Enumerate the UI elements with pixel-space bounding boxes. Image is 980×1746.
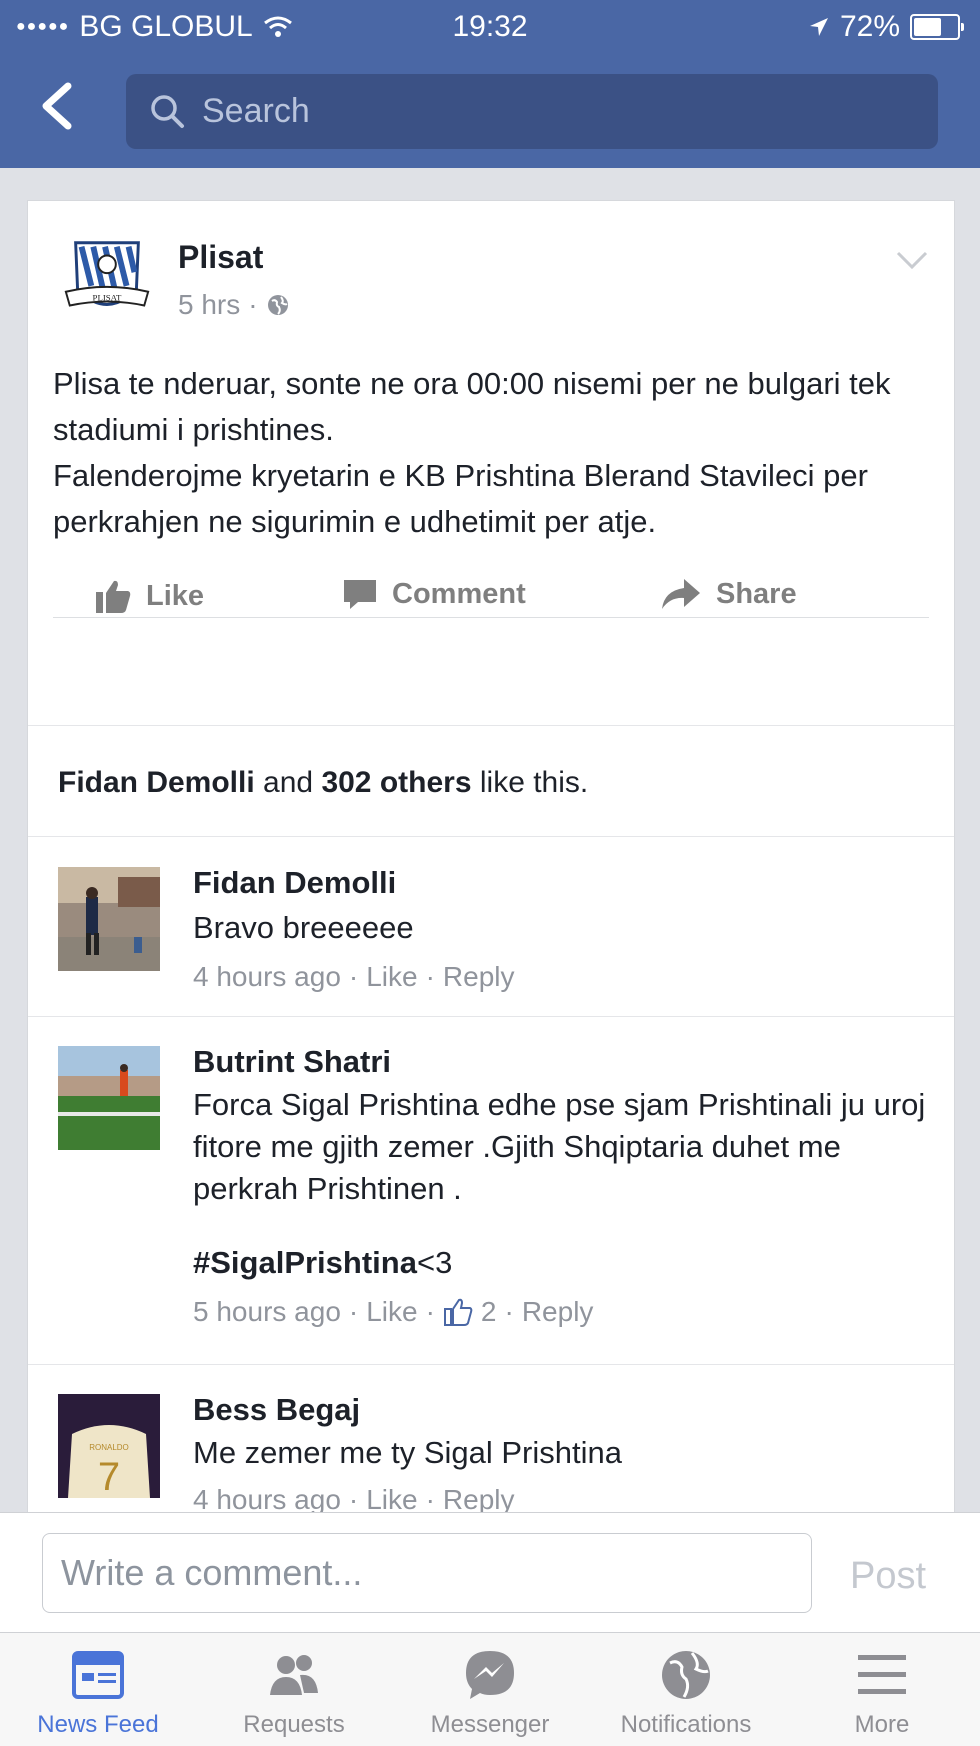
comment-input[interactable] (42, 1533, 812, 1613)
status-bar: ●●●●● BG GLOBUL 19:32 72% (0, 0, 980, 56)
menu-icon (858, 1655, 906, 1694)
comment-text: Me zemer me ty Sigal Prishtina (193, 1435, 622, 1470)
tab-label: Notifications (620, 1711, 752, 1738)
comment-like-link[interactable]: Like (366, 1296, 417, 1328)
location-arrow-icon (809, 18, 828, 36)
post-time[interactable]: 5 hrs (178, 289, 240, 321)
tab-news-feed[interactable]: News Feed (0, 1633, 196, 1746)
comment-like-count[interactable]: 2 (481, 1296, 497, 1328)
likes-others[interactable]: 302 others (321, 766, 471, 799)
avatar[interactable] (58, 867, 160, 971)
comment-item: Fidan Demolli Bravo breeeeee 4 hours ago… (28, 835, 954, 1017)
comment-text: Bravo breeeeee (193, 910, 414, 945)
back-chevron-icon[interactable] (34, 76, 84, 136)
likes-summary[interactable]: Fidan Demolli and 302 others like this. (28, 725, 954, 837)
battery-fill (914, 18, 942, 36)
post-text-line: Plisa te nderuar, sonte ne ora 00:00 nis… (53, 366, 891, 447)
comment-meta: 4 hours ago · Like · Reply (193, 961, 515, 993)
page-name[interactable]: Plisat (178, 239, 263, 276)
meta-separator: · (248, 289, 258, 320)
tab-notifications[interactable]: Notifications (588, 1633, 784, 1746)
comment-button[interactable]: Comment (342, 577, 526, 611)
comment-text: Forca Sigal Prishtina edhe pse sjam Pris… (193, 1087, 926, 1206)
page-logo[interactable]: PLISAT (58, 231, 156, 329)
like-button[interactable]: Like (94, 577, 204, 615)
search-input[interactable] (200, 91, 904, 132)
search-bar[interactable] (126, 74, 938, 149)
tab-messenger[interactable]: Messenger (392, 1633, 588, 1746)
search-icon (151, 94, 184, 128)
comment-author[interactable]: Bess Begaj (193, 1392, 360, 1428)
tab-requests[interactable]: Requests (196, 1633, 392, 1746)
top-bar: ●●●●● BG GLOBUL 19:32 72% (0, 0, 980, 168)
meta-separator: · (348, 1296, 359, 1327)
tab-label: Requests (243, 1711, 345, 1738)
comment-author[interactable]: Butrint Shatri (193, 1044, 391, 1080)
svg-text:RONALDO: RONALDO (89, 1443, 129, 1452)
news-feed-icon (72, 1651, 124, 1699)
svg-text:7: 7 (98, 1455, 120, 1498)
comment-item: RONALDO 7 Bess Begaj Me zemer me ty Siga… (28, 1364, 954, 1521)
post-meta: 5 hrs · (178, 289, 290, 321)
meta-separator: · (425, 961, 435, 992)
tab-label: News Feed (37, 1711, 159, 1738)
tab-label: More (854, 1711, 910, 1738)
battery-percent: 72% (839, 10, 900, 43)
comment-time[interactable]: 5 hours ago (193, 1296, 341, 1328)
share-arrow-icon (662, 579, 700, 609)
liker-name[interactable]: Fidan Demolli (58, 766, 255, 799)
likes-suffix: like this. (479, 766, 589, 799)
comment-hashtag-line: #SigalPrishtina<3 (193, 1242, 933, 1284)
tab-bar: News Feed Requests Messenger Notificatio… (0, 1632, 980, 1746)
comment-composer: Post (0, 1512, 980, 1633)
status-right: 72% (808, 10, 964, 44)
post-card: PLISAT Plisat 5 hrs · Plisa te nderuar, … (27, 200, 955, 1522)
battery-icon (910, 14, 964, 40)
messenger-icon (466, 1651, 514, 1699)
comment-reply-link[interactable]: Reply (443, 961, 515, 993)
post-actions: Like Comment Share (28, 549, 954, 653)
comment-like-link[interactable]: Like (366, 961, 417, 993)
post-header: PLISAT Plisat 5 hrs · (28, 201, 954, 331)
meta-separator: · (348, 961, 359, 992)
like-label: Like (146, 579, 205, 612)
comment-bubble-icon (344, 580, 376, 609)
comment-item: Butrint Shatri Forca Sigal Prishtina edh… (28, 1016, 954, 1365)
hashtag-suffix: <3 (416, 1245, 453, 1280)
globe-icon (662, 1651, 710, 1699)
likes-connector: and (263, 766, 314, 799)
comment-time[interactable]: 4 hours ago (193, 961, 341, 993)
comment-reply-link[interactable]: Reply (522, 1296, 594, 1328)
globe-privacy-icon (267, 295, 288, 315)
requests-icon (270, 1655, 318, 1695)
tab-label: Messenger (430, 1711, 550, 1738)
meta-separator: · (504, 1296, 514, 1327)
share-button[interactable]: Share (660, 577, 797, 611)
svg-text:PLISAT: PLISAT (93, 293, 123, 303)
thumbs-up-outline-icon (443, 1298, 473, 1326)
post-body: Plisa te nderuar, sonte ne ora 00:00 nis… (53, 361, 933, 545)
post-text-line: Falenderojme kryetarin e KB Prishtina Bl… (53, 458, 868, 539)
chevron-down-icon[interactable] (892, 245, 932, 275)
comment-label: Comment (392, 577, 526, 610)
tab-more[interactable]: More (784, 1633, 980, 1746)
avatar[interactable]: RONALDO 7 (58, 1394, 160, 1498)
meta-separator: · (425, 1296, 435, 1327)
thumbs-up-icon (96, 580, 131, 613)
comment-meta: 5 hours ago · Like · 2 · Reply (193, 1296, 593, 1328)
post-comment-button[interactable]: Post (850, 1555, 926, 1598)
share-label: Share (716, 577, 797, 610)
comment-author[interactable]: Fidan Demolli (193, 865, 396, 901)
hashtag-link[interactable]: #SigalPrishtina (193, 1245, 417, 1280)
avatar[interactable] (58, 1046, 160, 1150)
likes-text: Fidan Demolli and 302 others like this. (58, 766, 588, 800)
